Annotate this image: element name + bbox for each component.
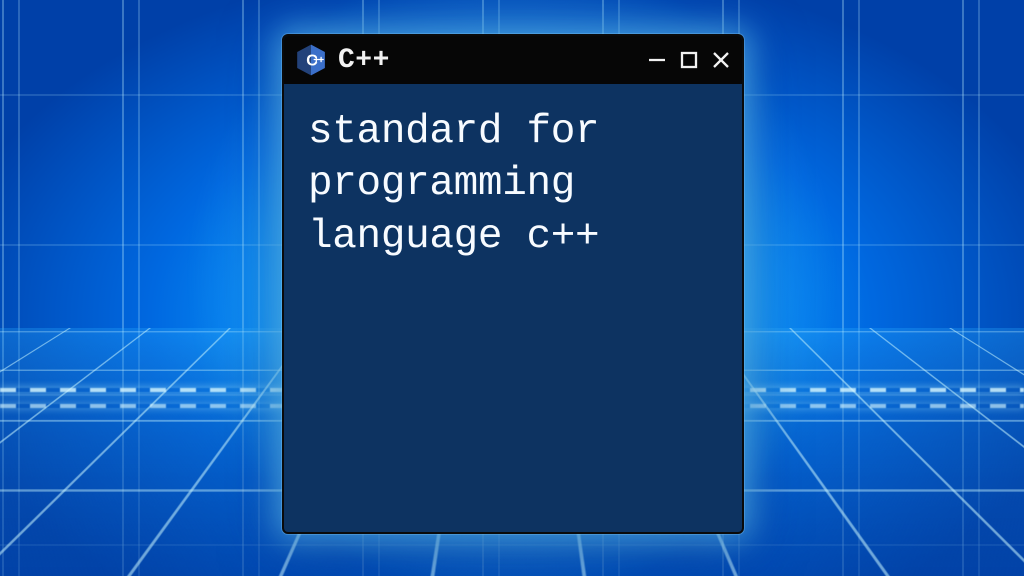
close-button[interactable] bbox=[710, 49, 732, 71]
body-text: standard for programming language c++ bbox=[308, 106, 718, 263]
minimize-button[interactable] bbox=[646, 49, 668, 71]
maximize-icon bbox=[679, 50, 699, 70]
close-icon bbox=[711, 50, 731, 70]
titlebar[interactable]: C C++ bbox=[284, 36, 742, 84]
window-title: C++ bbox=[338, 45, 390, 76]
minimize-icon bbox=[647, 50, 667, 70]
cpp-hex-logo-icon: C bbox=[294, 43, 328, 77]
maximize-button[interactable] bbox=[678, 49, 700, 71]
window-controls bbox=[646, 49, 732, 71]
terminal-window: C C++ bbox=[282, 34, 744, 534]
window-body: standard for programming language c++ bbox=[284, 84, 742, 532]
